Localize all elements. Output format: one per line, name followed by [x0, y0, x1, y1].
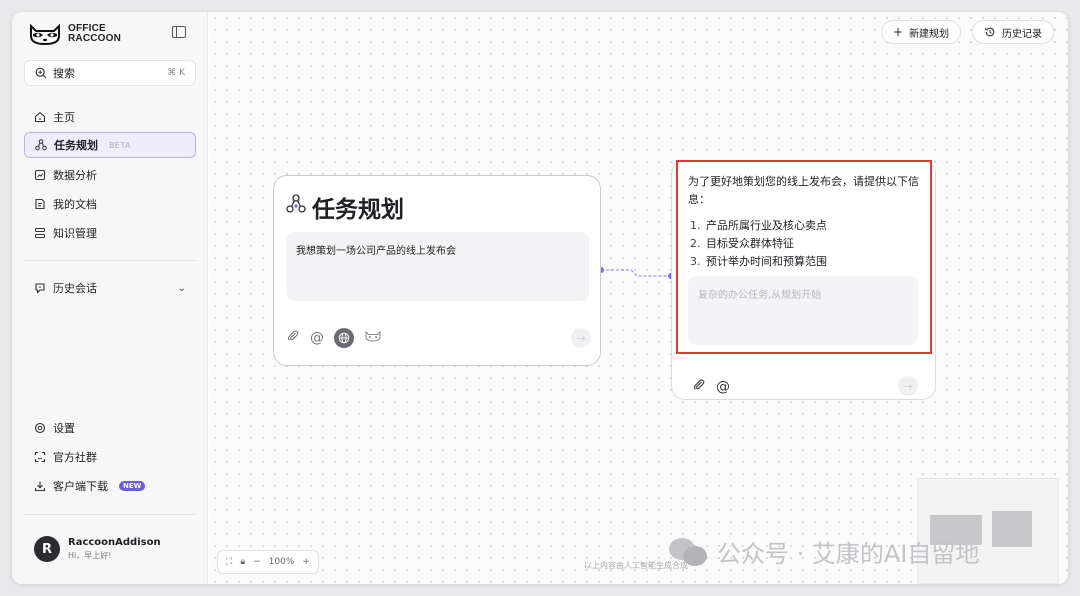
search-shortcut: ⌘ K — [167, 68, 185, 78]
sidebar-item-community[interactable]: 官方社群 — [24, 444, 196, 470]
lock-icon[interactable]: 🔒︎ — [240, 557, 245, 567]
search-icon — [35, 67, 47, 79]
sidebar-item-my-docs[interactable]: 我的文档 — [24, 191, 196, 217]
arrow-right-icon: → — [576, 331, 586, 345]
user-name: RaccoonAddison — [68, 537, 161, 548]
plus-icon: + — [893, 25, 904, 39]
response-card-tools: @ — [692, 378, 730, 396]
arrow-right-icon: → — [903, 379, 913, 393]
sidebar-collapse-icon[interactable] — [172, 26, 186, 38]
app-logo[interactable]: OFFICE RACCOON — [28, 22, 121, 46]
new-badge: NEW — [119, 481, 146, 491]
history-icon — [984, 26, 996, 38]
sidebar-divider — [24, 514, 196, 515]
sidebar-item-history-chats[interactable]: 历史会话 ⌄ — [24, 275, 196, 301]
zoom-in-button[interactable]: + — [302, 557, 310, 567]
raccoon-agent-icon[interactable] — [364, 330, 382, 346]
sidebar-item-label: 设置 — [53, 422, 75, 435]
task-planning-icon — [286, 194, 306, 220]
knowledge-icon — [34, 227, 46, 239]
sidebar-item-settings[interactable]: 设置 — [24, 415, 196, 441]
wechat-icon — [669, 536, 709, 568]
highlight-box — [676, 160, 932, 354]
sidebar-item-download[interactable]: 客户端下载 NEW — [24, 473, 196, 499]
sidebar-item-label: 任务规划 — [54, 139, 98, 152]
task-card-tools: @ — [286, 328, 382, 348]
user-profile[interactable]: R RaccoonAddison Hi，早上好! — [34, 536, 161, 562]
new-plan-button[interactable]: + 新建规划 — [881, 20, 962, 44]
sidebar-item-label: 数据分析 — [53, 169, 97, 182]
gear-icon — [34, 422, 46, 434]
community-icon — [34, 451, 46, 463]
chart-icon — [34, 169, 46, 181]
sidebar-item-label: 主页 — [53, 111, 75, 124]
sidebar-item-home[interactable]: 主页 — [24, 104, 196, 130]
document-icon — [34, 198, 46, 210]
task-planning-icon — [35, 139, 47, 151]
sidebar-item-knowledge[interactable]: 知识管理 — [24, 220, 196, 246]
mention-icon[interactable]: @ — [310, 330, 324, 346]
watermark: 公众号 · 艾康的AI自留地 — [669, 534, 979, 569]
new-plan-label: 新建规划 — [909, 28, 950, 40]
sidebar-item-label: 知识管理 — [53, 227, 97, 240]
zoom-level: 100% — [268, 557, 295, 567]
mention-icon[interactable]: @ — [716, 379, 730, 395]
sidebar-item-label: 官方社群 — [53, 451, 97, 464]
zoom-out-button[interactable]: − — [253, 557, 261, 567]
logo-line2: RACCOON — [68, 33, 122, 44]
sidebar-divider — [24, 260, 196, 261]
sidebar-item-label: 历史会话 — [53, 282, 97, 295]
globe-icon[interactable] — [334, 328, 354, 348]
chat-history-icon — [34, 282, 46, 294]
task-prompt-text[interactable]: 我想策划一场公司产品的线上发布会 — [286, 232, 589, 301]
home-icon — [34, 111, 46, 123]
search-label: 搜索 — [53, 67, 75, 80]
send-button[interactable]: → — [898, 376, 918, 396]
beta-badge: BETA — [109, 140, 131, 150]
paperclip-icon[interactable] — [286, 329, 300, 347]
planning-canvas[interactable]: + 新建规划 历史记录 任务规划 我想策划一场公司产品的线上发布会 @ → 为了… — [209, 12, 1068, 584]
avatar: R — [34, 536, 60, 562]
app-window: OFFICE RACCOON 搜索 ⌘ K 主页 任务规划 BETA 数据分析 — [12, 12, 1068, 584]
task-card-title-text: 任务规划 — [312, 197, 404, 223]
chevron-down-icon[interactable]: ⌄ — [178, 283, 186, 294]
fit-view-icon[interactable]: ⛶ — [226, 557, 232, 567]
zoom-controls: ⛶ 🔒︎ − 100% + — [217, 550, 319, 574]
history-button[interactable]: 历史记录 — [972, 20, 1054, 44]
task-card[interactable]: 任务规划 我想策划一场公司产品的线上发布会 @ → — [273, 175, 601, 366]
watermark-text: 公众号 · 艾康的AI自留地 — [717, 540, 980, 568]
paperclip-icon[interactable] — [692, 378, 706, 396]
history-label: 历史记录 — [1002, 28, 1042, 40]
download-icon — [34, 480, 46, 492]
sidebar-item-task-planning[interactable]: 任务规划 BETA — [24, 132, 196, 158]
sidebar-item-data-analysis[interactable]: 数据分析 — [24, 162, 196, 188]
search-button[interactable]: 搜索 ⌘ K — [24, 60, 196, 86]
logo-text: OFFICE RACCOON — [68, 24, 121, 44]
sidebar-item-label: 客户端下载 — [53, 480, 108, 493]
user-greeting: Hi，早上好! — [68, 551, 112, 560]
send-button[interactable]: → — [571, 328, 591, 348]
raccoon-logo-icon — [30, 23, 60, 46]
sidebar-item-label: 我的文档 — [53, 198, 97, 211]
task-card-title: 任务规划 — [286, 190, 404, 224]
sidebar: OFFICE RACCOON 搜索 ⌘ K 主页 任务规划 BETA 数据分析 — [12, 12, 208, 584]
node-connector — [598, 267, 674, 279]
